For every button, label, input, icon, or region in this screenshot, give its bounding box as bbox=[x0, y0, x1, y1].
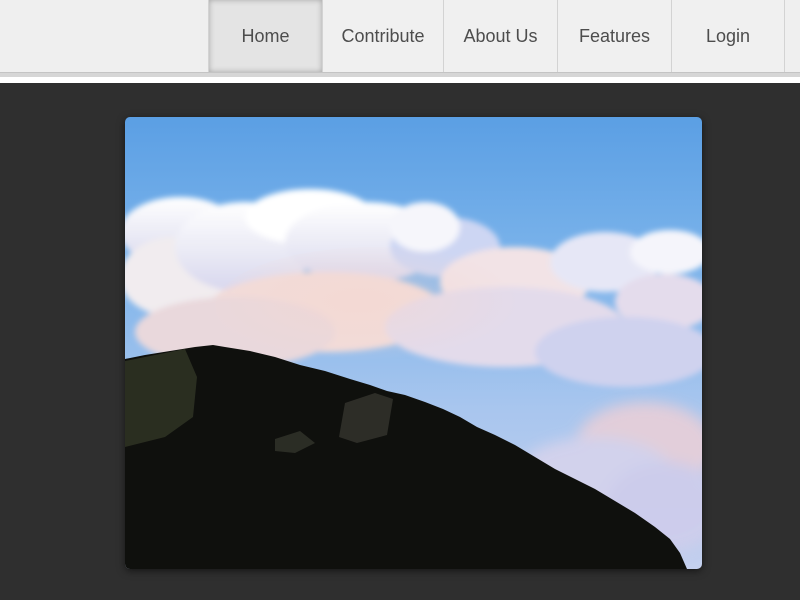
nav-label-contribute: Contribute bbox=[341, 25, 425, 46]
top-navigation-bar: Home Contribute About Us Features Login bbox=[0, 0, 800, 72]
nav-item-home[interactable]: Home bbox=[208, 0, 322, 72]
nav-label-features: Features bbox=[578, 25, 651, 46]
nav-label-home: Home bbox=[241, 25, 290, 46]
nav-item-login[interactable]: Login bbox=[671, 0, 785, 72]
mountain-clouds-image bbox=[125, 117, 702, 569]
main-nav: Home Contribute About Us Features Login bbox=[208, 0, 785, 72]
nav-item-features[interactable]: Features bbox=[557, 0, 671, 72]
hero-photo bbox=[125, 117, 702, 569]
nav-item-contribute[interactable]: Contribute bbox=[322, 0, 443, 72]
nav-item-about-us[interactable]: About Us bbox=[443, 0, 557, 72]
nav-label-login: Login bbox=[705, 25, 751, 46]
nav-label-about-us: About Us bbox=[463, 25, 538, 46]
